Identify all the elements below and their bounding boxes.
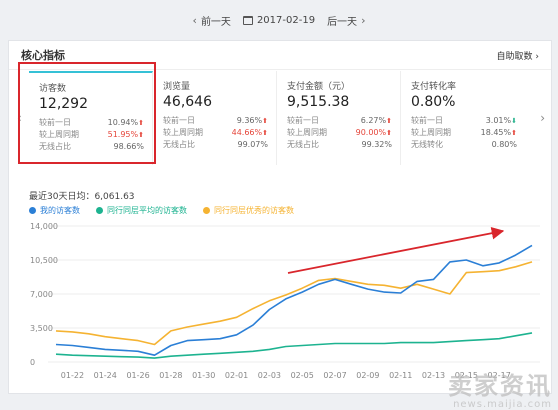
x-tick-label: 02-03: [258, 371, 281, 380]
y-tick-label: 7,000: [30, 290, 53, 299]
y-tick-label: 3,500: [30, 324, 53, 333]
x-tick-label: 02-01: [225, 371, 248, 380]
watermark: 卖家资讯 news.maijia.com: [448, 366, 552, 410]
watermark-sub: news.maijia.com: [453, 399, 552, 410]
y-tick-label: 10,500: [30, 256, 58, 265]
x-tick-label: 02-13: [422, 371, 445, 380]
trend-arrow: [287, 226, 505, 274]
x-tick-label: 02-09: [356, 371, 379, 380]
visitor-trend-chart: 14,000 10,500 7,000 3,500 0 01-22 01-24 01-26 01…: [30, 222, 540, 380]
watermark-main: 卖家资讯: [448, 372, 552, 400]
series-line-peer_avg: [55, 332, 533, 359]
y-tick-label: 14,000: [30, 222, 58, 231]
y-tick-label: 0: [30, 358, 35, 367]
x-tick-label: 01-28: [159, 371, 182, 380]
x-tick-label: 02-07: [323, 371, 346, 380]
x-tick-label: 01-30: [192, 371, 215, 380]
x-tick-label: 02-11: [389, 371, 412, 380]
series-line-peer_best: [55, 261, 533, 346]
x-tick-label: 01-26: [126, 371, 149, 380]
x-tick-label: 01-24: [94, 371, 117, 380]
x-tick-label: 02-05: [291, 371, 314, 380]
x-tick-label: 01-22: [61, 371, 84, 380]
